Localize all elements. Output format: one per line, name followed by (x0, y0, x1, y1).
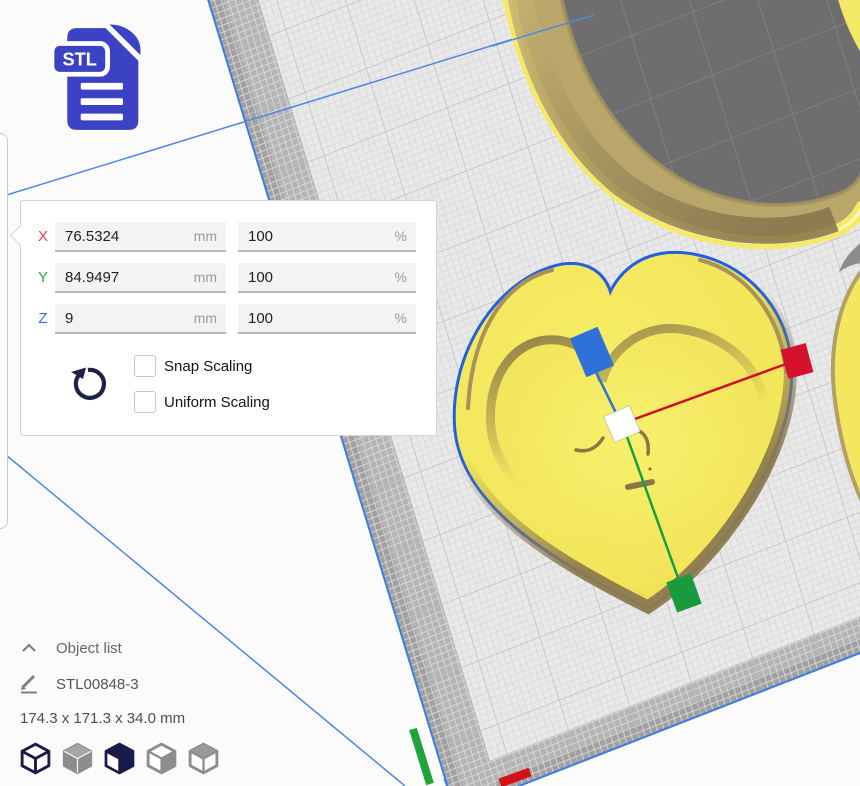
object-list-panel: Object list STL00848-3 174.3 x 171.3 x 3… (18, 638, 318, 776)
object-item-name: STL00848-3 (56, 676, 139, 693)
stl-badge-label: STL (62, 49, 96, 70)
uniform-scaling-checkbox[interactable] (134, 391, 156, 413)
cube-solid-icon[interactable] (60, 741, 95, 776)
snap-scaling-checkbox[interactable] (134, 355, 156, 377)
x-percent-unit: % (395, 228, 407, 244)
uniform-scaling-label: Uniform Scaling (164, 394, 270, 411)
y-percent-field: % (238, 263, 416, 293)
y-percent-input[interactable] (238, 263, 416, 291)
cube-top-face-icon[interactable] (186, 741, 221, 776)
y-size-field: mm (55, 263, 226, 293)
z-percent-unit: % (395, 310, 407, 326)
object-list-title: Object list (56, 640, 122, 657)
object-list-header[interactable]: Object list (18, 638, 318, 658)
z-percent-input[interactable] (238, 304, 416, 332)
snap-scaling-label: Snap Scaling (164, 358, 252, 375)
stl-file-icon: STL (50, 22, 146, 138)
snap-scaling-option: Snap Scaling (134, 355, 252, 377)
scale-row-y: Y mm % (21, 263, 436, 293)
z-size-field: mm (55, 304, 226, 334)
scale-tool-panel: X mm % Y mm % Z mm (20, 200, 437, 436)
view-mode-icons (18, 741, 318, 776)
left-toolbar-edge (0, 133, 8, 529)
object-list-item[interactable]: STL00848-3 (18, 674, 318, 694)
origin-y-axis-mark (413, 729, 430, 784)
chevron-up-icon (21, 643, 37, 653)
x-size-unit: mm (194, 228, 217, 244)
x-percent-field: % (238, 222, 416, 252)
cube-right-face-icon[interactable] (144, 741, 179, 776)
cube-half-filled-icon[interactable] (102, 741, 137, 776)
x-percent-input[interactable] (238, 222, 416, 250)
y-percent-unit: % (395, 269, 407, 285)
y-size-unit: mm (194, 269, 217, 285)
z-size-unit: mm (194, 310, 217, 326)
x-size-field: mm (55, 222, 226, 252)
pencil-icon (19, 674, 39, 694)
cube-wireframe-icon[interactable] (18, 741, 53, 776)
scale-row-x: X mm % (21, 222, 436, 252)
object-dimensions: 174.3 x 171.3 x 34.0 mm (20, 710, 318, 727)
axis-x-label: X (36, 228, 50, 245)
uniform-scaling-option: Uniform Scaling (134, 391, 270, 413)
scale-row-z: Z mm % (21, 304, 436, 334)
axis-z-label: Z (36, 310, 50, 327)
z-percent-field: % (238, 304, 416, 334)
cura-3d-viewport-screenshot: STL X mm % Y mm % (0, 0, 860, 786)
axis-y-label: Y (36, 269, 50, 286)
reset-scale-button[interactable] (67, 363, 109, 405)
